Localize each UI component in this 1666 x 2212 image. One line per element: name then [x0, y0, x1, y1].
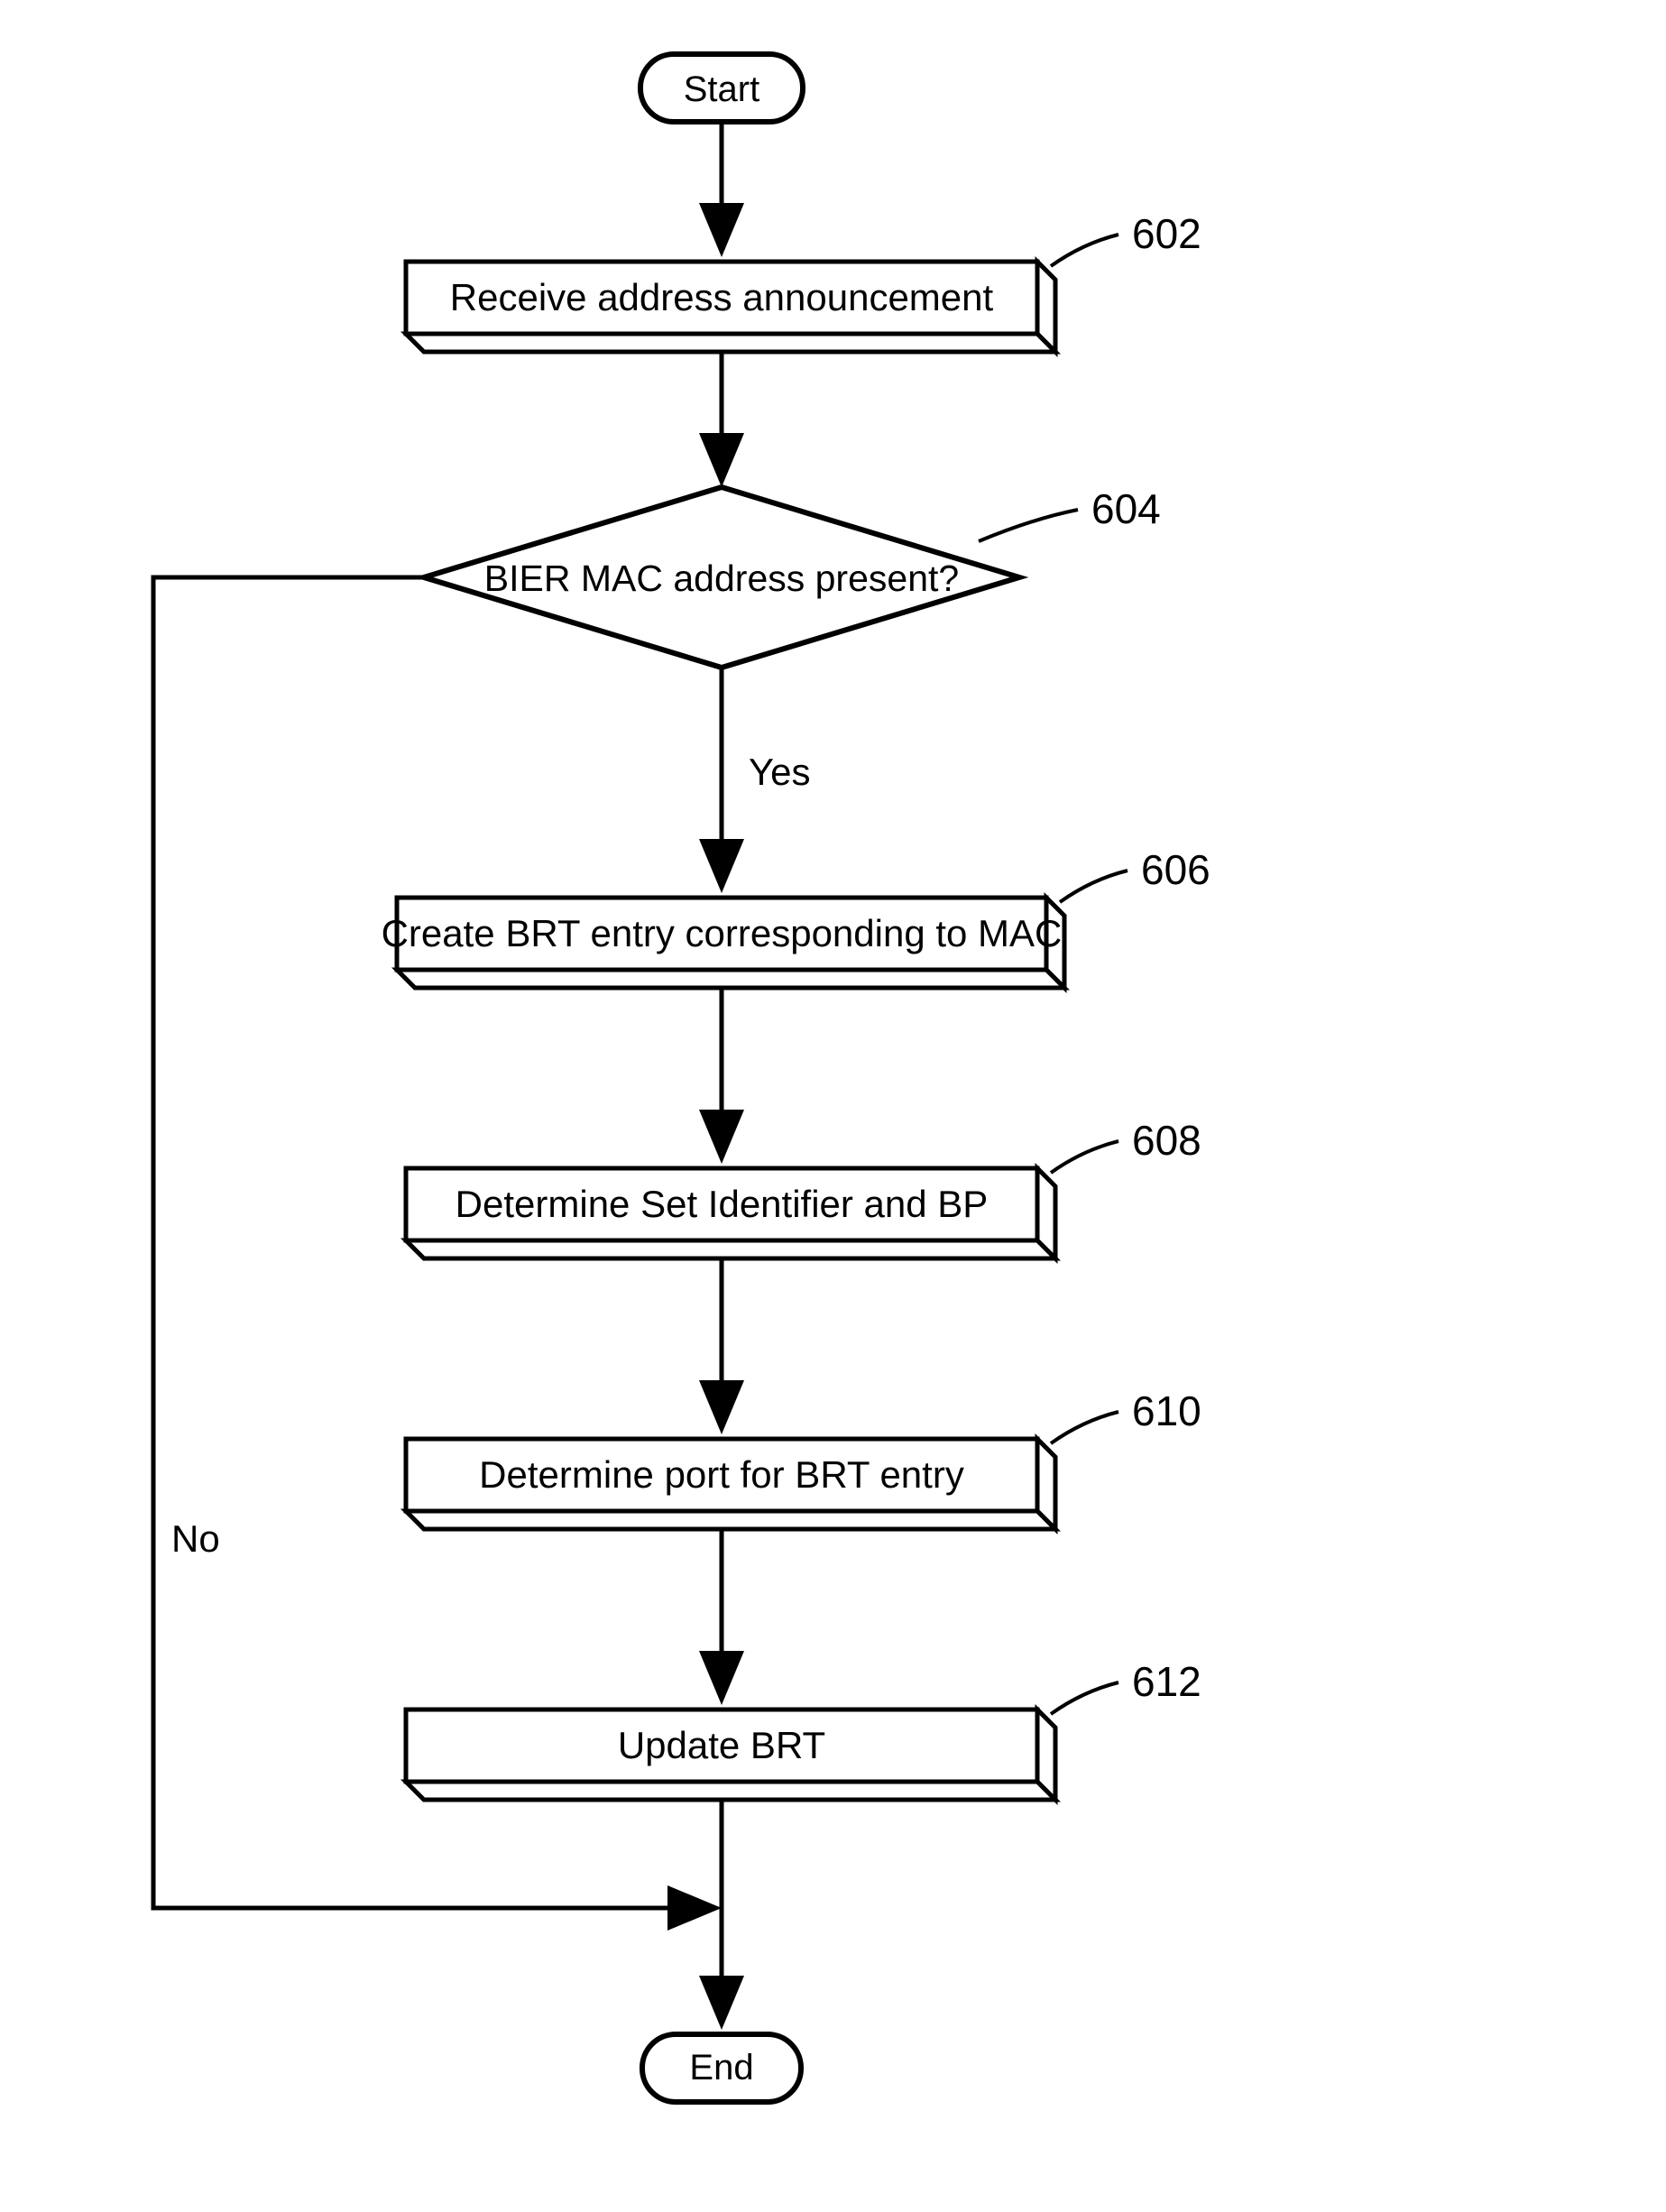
end-terminal: End: [642, 2034, 801, 2102]
yes-label: Yes: [749, 751, 811, 793]
no-label: No: [171, 1517, 220, 1560]
step-determine-set-label: Determine Set Identifier and BP: [456, 1183, 989, 1225]
ref-604: 604: [1091, 485, 1161, 532]
decision-bier-mac: BIER MAC address present?: [424, 487, 1019, 668]
start-label: Start: [684, 69, 759, 109]
ref-line: [979, 510, 1078, 541]
step-determine-port-label: Determine port for BRT entry: [479, 1453, 964, 1496]
decision-label: BIER MAC address present?: [484, 558, 959, 599]
step-determine-port: Determine port for BRT entry: [406, 1439, 1055, 1529]
ref-612: 612: [1132, 1658, 1201, 1705]
ref-line: [1051, 1682, 1118, 1714]
ref-line: [1060, 871, 1128, 902]
start-terminal: Start: [640, 54, 803, 122]
end-label: End: [689, 2048, 753, 2088]
step-create-label: Create BRT entry corresponding to MAC: [382, 912, 1063, 954]
ref-602: 602: [1132, 210, 1201, 257]
ref-608: 608: [1132, 1117, 1201, 1164]
ref-610: 610: [1132, 1387, 1201, 1434]
ref-line: [1051, 235, 1118, 266]
flowchart-diagram: Start Receive address announcement 602 B…: [0, 0, 1666, 2212]
step-update-label: Update BRT: [618, 1724, 825, 1766]
step-receive: Receive address announcement: [406, 262, 1055, 352]
step-receive-label: Receive address announcement: [450, 276, 994, 318]
step-create: Create BRT entry corresponding to MAC: [382, 898, 1064, 988]
step-determine-set: Determine Set Identifier and BP: [406, 1168, 1055, 1258]
ref-line: [1051, 1412, 1118, 1443]
ref-606: 606: [1141, 846, 1210, 893]
step-update: Update BRT: [406, 1710, 1055, 1800]
ref-line: [1051, 1141, 1118, 1173]
